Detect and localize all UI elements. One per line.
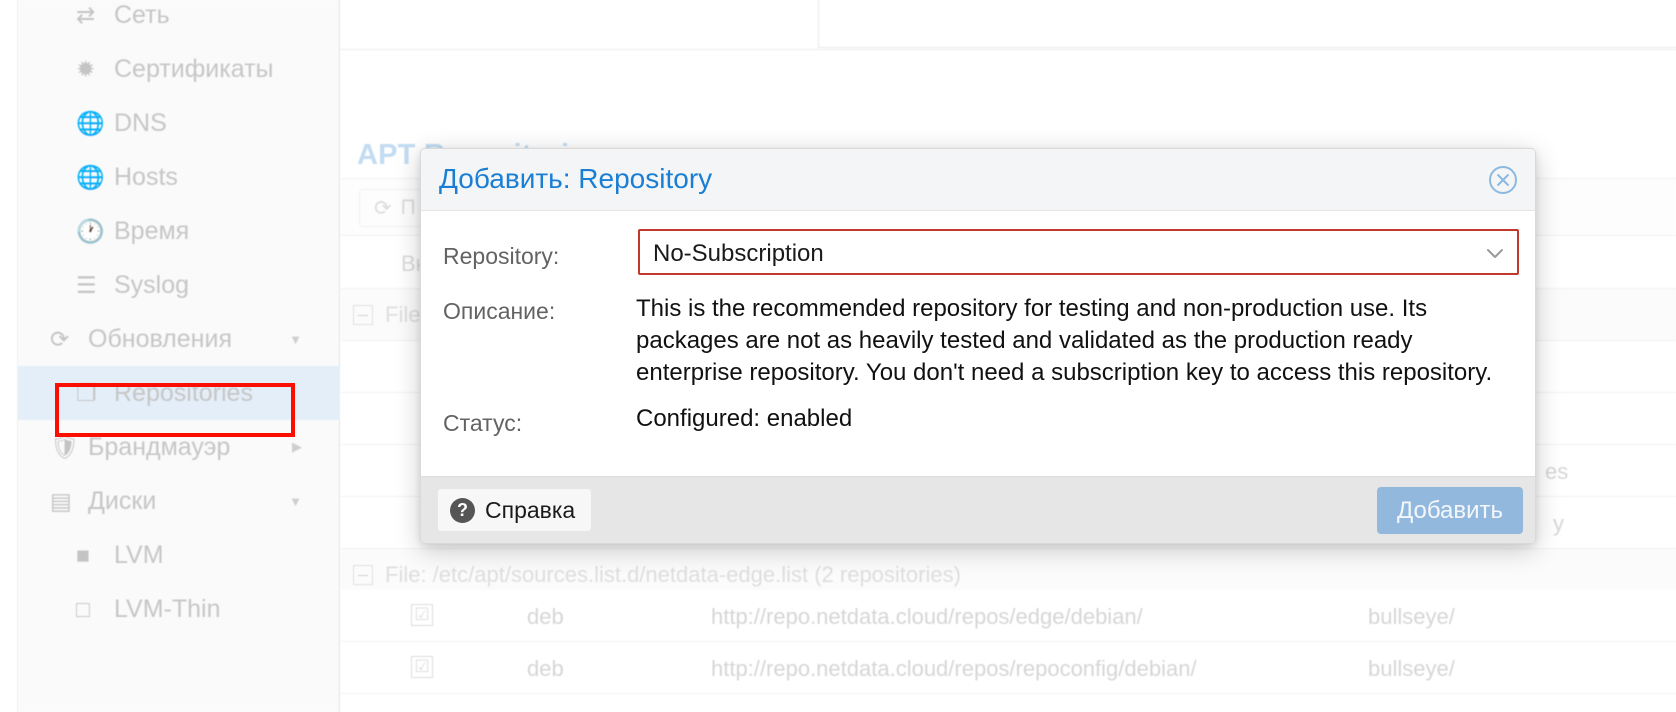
screen-root: ⇄ Сеть ✹ Сертификаты 🌐 DNS 🌐 Hosts 🕐 Время ☰ Syslog…: [0, 0, 1676, 712]
table-row[interactable]: [341, 694, 1676, 712]
list-icon: ☰: [76, 271, 97, 298]
close-circle-icon[interactable]: [1488, 165, 1518, 195]
row-enabled-checkbox[interactable]: ☑: [411, 656, 433, 678]
sidebar-item-брандмауэр[interactable]: 🛡 Брандмауэр ▶: [18, 420, 340, 474]
shield-icon: 🛡: [50, 433, 80, 460]
sidebar-item-label: DNS: [114, 108, 167, 137]
chevron-down-icon[interactable]: ▼: [289, 332, 302, 347]
sidebar-item-label: LVM: [114, 540, 164, 569]
table-cell-suite: bullseye/: [1368, 656, 1455, 681]
disk-icon: ▤: [50, 487, 72, 514]
network-arrows-icon: ⇄: [76, 1, 96, 28]
sidebar-item-dns[interactable]: 🌐 DNS: [18, 96, 340, 150]
add-button[interactable]: Добавить: [1377, 487, 1523, 534]
row-enabled-checkbox[interactable]: ☑: [411, 604, 433, 626]
repository-select-value: No-Subscription: [653, 240, 824, 267]
table-cell-type: deb: [527, 656, 564, 681]
dialog-body: Repository: No-Subscription Описание: Th…: [421, 211, 1535, 476]
collapse-icon[interactable]: [353, 564, 373, 585]
refresh-icon: ⟳: [374, 196, 392, 220]
help-button-label: Справка: [485, 496, 576, 523]
sidebar-item-время[interactable]: 🕐 Время: [18, 204, 340, 258]
chevron-down-icon: [1485, 244, 1505, 264]
dialog-title: Добавить: Repository: [439, 163, 713, 194]
add-repository-dialog: Добавить: Repository Repository: No-Subs…: [420, 148, 1536, 544]
sidebar-item-label: Сеть: [114, 0, 170, 29]
sidebar-navigation: ⇄ Сеть ✹ Сертификаты 🌐 DNS 🌐 Hosts 🕐 Время ☰ Syslog…: [0, 0, 340, 712]
sidebar-item-syslog[interactable]: ☰ Syslog: [18, 258, 340, 312]
status-field-label: Статус:: [443, 410, 523, 436]
question-mark-icon: ?: [450, 497, 475, 523]
sidebar-item-repositories[interactable]: ❐ Repositories: [18, 366, 340, 420]
certificate-icon: ✹: [76, 55, 96, 82]
table-cell-partial: y: [1553, 511, 1564, 536]
sidebar-item-сеть[interactable]: ⇄ Сеть: [18, 0, 340, 42]
sidebar-left-edge: [0, 0, 18, 712]
sidebar-item-hosts[interactable]: 🌐 Hosts: [18, 150, 340, 204]
globe-icon: 🌐: [76, 109, 105, 136]
table-row[interactable]: ☑ deb http://repo.netdata.cloud/repos/ed…: [341, 590, 1676, 642]
chevron-down-icon[interactable]: ▼: [289, 494, 302, 509]
table-group-label: File: /etc/apt/sources.list.d/netdata-ed…: [385, 561, 961, 587]
dialog-footer: ? Справка Добавить: [421, 476, 1535, 543]
sidebar-item-обновления[interactable]: ⟳ Обновления ▼: [18, 312, 340, 366]
table-cell-url: http://repo.netdata.cloud/repos/edge/deb…: [711, 604, 1143, 629]
table-cell-type: deb: [527, 604, 564, 629]
sidebar-item-label: Сертификаты: [114, 54, 274, 83]
refresh-icon: ⟳: [50, 325, 70, 352]
table-row[interactable]: ☑ deb http://repo.netdata.cloud/repos/re…: [341, 642, 1676, 694]
copy-pages-icon: ❐: [76, 379, 97, 406]
sidebar-item-сертификаты[interactable]: ✹ Сертификаты: [18, 42, 340, 96]
hollow-square-icon: □: [76, 595, 90, 622]
collapse-icon[interactable]: [353, 304, 373, 325]
clock-icon: 🕐: [76, 217, 105, 244]
description-field-label: Описание:: [443, 298, 556, 324]
help-button[interactable]: ? Справка: [437, 488, 593, 532]
sidebar-item-label: LVM-Thin: [114, 594, 221, 623]
table-cell-url: http://repo.netdata.cloud/repos/repoconf…: [711, 656, 1197, 681]
dialog-header: Добавить: Repository: [421, 149, 1535, 211]
sidebar-item-label: Брандмауэр: [88, 432, 231, 461]
filled-square-icon: ■: [76, 541, 90, 568]
sidebar-item-диски[interactable]: ▤ Диски ▼: [18, 474, 340, 528]
sidebar-item-label: Hosts: [114, 162, 178, 191]
sidebar-item-lvm[interactable]: ■ LVM: [18, 528, 340, 582]
sidebar-item-label: Диски: [88, 486, 157, 515]
chevron-right-icon[interactable]: ▶: [292, 439, 302, 455]
top-panel: [818, 0, 1676, 48]
repository-field-label: Repository:: [443, 243, 560, 269]
sidebar-item-label: Обновления: [88, 324, 232, 353]
table-cell-suite: bullseye/: [1368, 604, 1455, 629]
sidebar-item-label: Время: [114, 216, 190, 245]
globe-icon: 🌐: [76, 163, 105, 190]
status-value: Configured: enabled: [636, 405, 853, 432]
sidebar-item-lvm-thin[interactable]: □ LVM-Thin: [18, 582, 340, 636]
table-cell-partial: es: [1545, 459, 1569, 484]
sidebar-item-label: Repositories: [114, 378, 253, 407]
sidebar-item-label: Syslog: [114, 270, 190, 299]
refresh-button-label: П: [400, 196, 416, 219]
repository-select[interactable]: No-Subscription: [638, 229, 1519, 275]
description-text: This is the recommended repository for t…: [636, 295, 1493, 386]
